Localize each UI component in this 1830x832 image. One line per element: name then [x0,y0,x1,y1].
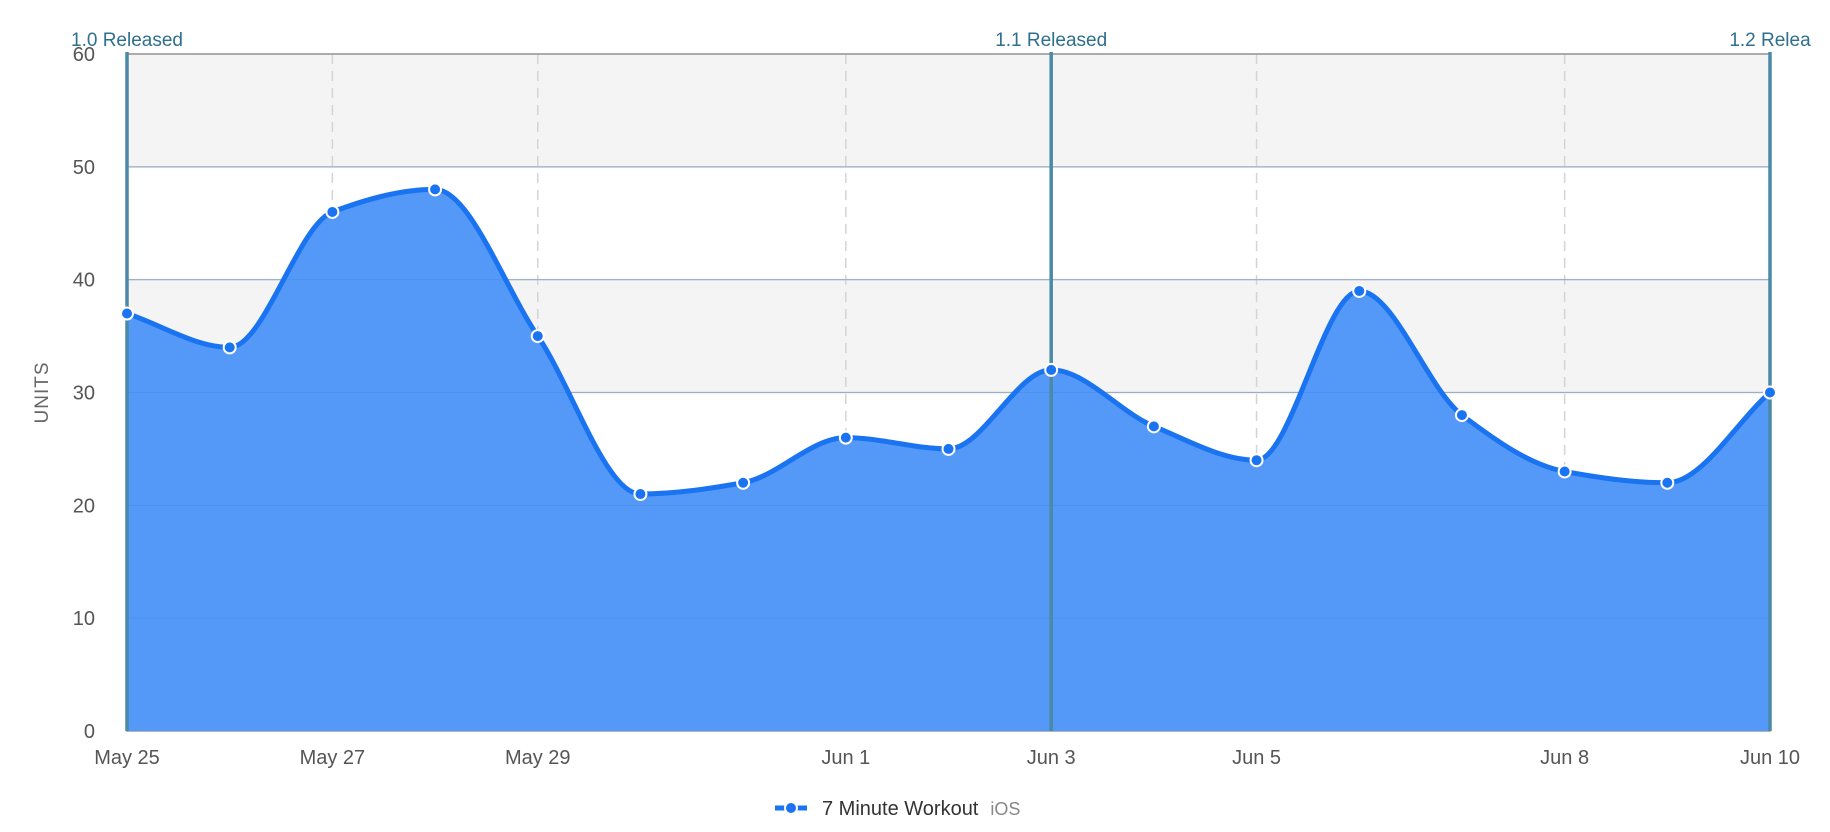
x-tick-label: Jun 1 [821,747,870,769]
series-area [127,189,1770,731]
data-point [1557,464,1572,479]
x-tick-label: Jun 10 [1740,747,1800,769]
legend-sublabel: iOS [990,799,1020,819]
annotation-label: 1.1 Released [995,30,1107,51]
data-point [222,340,237,355]
grid-band [127,54,1770,167]
legend-label: 7 Minute Workout [822,798,979,820]
y-axis-title: UNITS [32,362,53,424]
data-point [1146,419,1161,434]
data-point [941,441,956,456]
y-tick-label: 20 [73,495,95,517]
y-tick-label: 0 [84,721,95,743]
data-point [838,430,853,445]
chart-container: 1.0 Released 1.1 Released 1.2 Relea 0 10 20 30… [0,0,1830,832]
x-tick-label: Jun 8 [1540,747,1589,769]
y-tick-label: 30 [73,383,95,405]
x-tick-label: Jun 5 [1232,747,1281,769]
data-point [428,182,443,197]
y-tick-label: 10 [73,608,95,630]
data-point [325,204,340,219]
data-point [736,475,751,490]
data-point [1249,453,1264,468]
data-point [1454,408,1469,423]
data-point [1352,283,1367,298]
data-point [633,487,648,502]
annotation-label: 1.2 Relea [1729,30,1811,51]
y-tick-label: 40 [73,270,95,292]
x-tick-label: May 29 [505,747,571,769]
data-point [1044,362,1059,377]
x-tick-label: Jun 3 [1027,747,1076,769]
data-point [1763,385,1777,400]
data-point [530,329,545,344]
area-chart: 1.0 Released 1.1 Released 1.2 Relea0102030… [32,30,1811,820]
legend-marker-symbol [784,801,798,815]
data-point [1660,475,1675,490]
data-point [120,306,134,321]
x-tick-label: May 27 [300,747,366,769]
x-tick-label: May 25 [94,747,160,769]
y-tick-label: 60 [73,44,95,66]
y-tick-label: 50 [73,157,95,179]
